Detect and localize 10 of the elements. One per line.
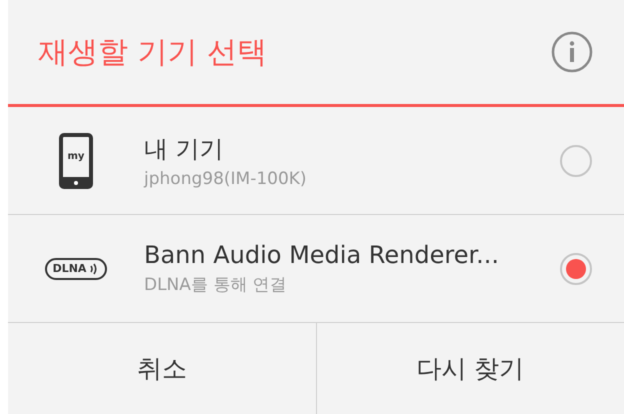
phone-icon: my [59, 132, 93, 188]
device-detail: DLNA를 통해 연결 [144, 274, 288, 296]
device-detail: jphong98(IM-100K) [144, 168, 308, 188]
dlna-icon: DLNA [44, 258, 108, 280]
radio-button[interactable] [560, 252, 592, 284]
device-name: Bann Audio Media Renderer... [144, 241, 500, 269]
device-name: 내 기기 [144, 134, 225, 164]
info-icon[interactable] [550, 30, 594, 74]
dialog-title: 재생할 기기 선택 [38, 34, 268, 72]
radio-button[interactable] [560, 144, 592, 176]
